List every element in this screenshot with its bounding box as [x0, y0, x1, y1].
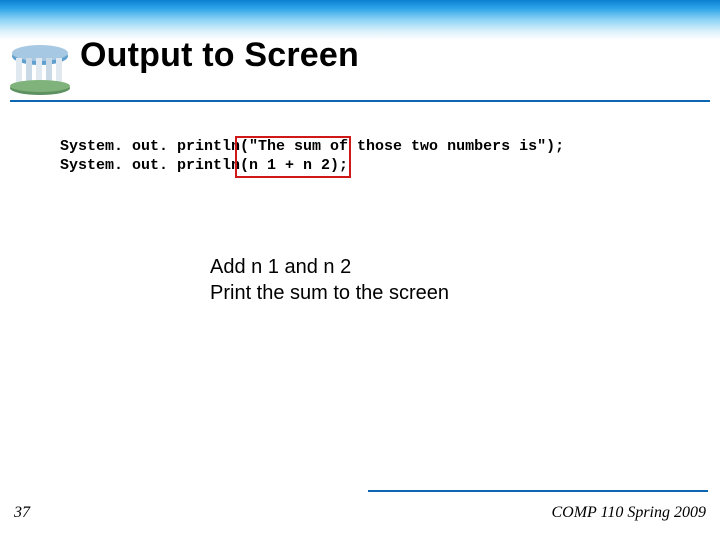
title-underline [10, 100, 710, 102]
caption-line-1: Add n 1 and n 2 [210, 254, 449, 280]
top-banner [0, 0, 720, 40]
footer-course: COMP 110 Spring 2009 [551, 504, 706, 522]
highlight-box [235, 136, 351, 178]
slide-number: 37 [14, 504, 30, 522]
header-row: Output to Screen [0, 38, 720, 108]
footer-line [368, 490, 708, 492]
slide-title: Output to Screen [80, 36, 359, 75]
caption-line-2: Print the sum to the screen [210, 280, 449, 306]
caption-block: Add n 1 and n 2 Print the sum to the scr… [210, 254, 449, 306]
logo-icon [8, 36, 72, 98]
